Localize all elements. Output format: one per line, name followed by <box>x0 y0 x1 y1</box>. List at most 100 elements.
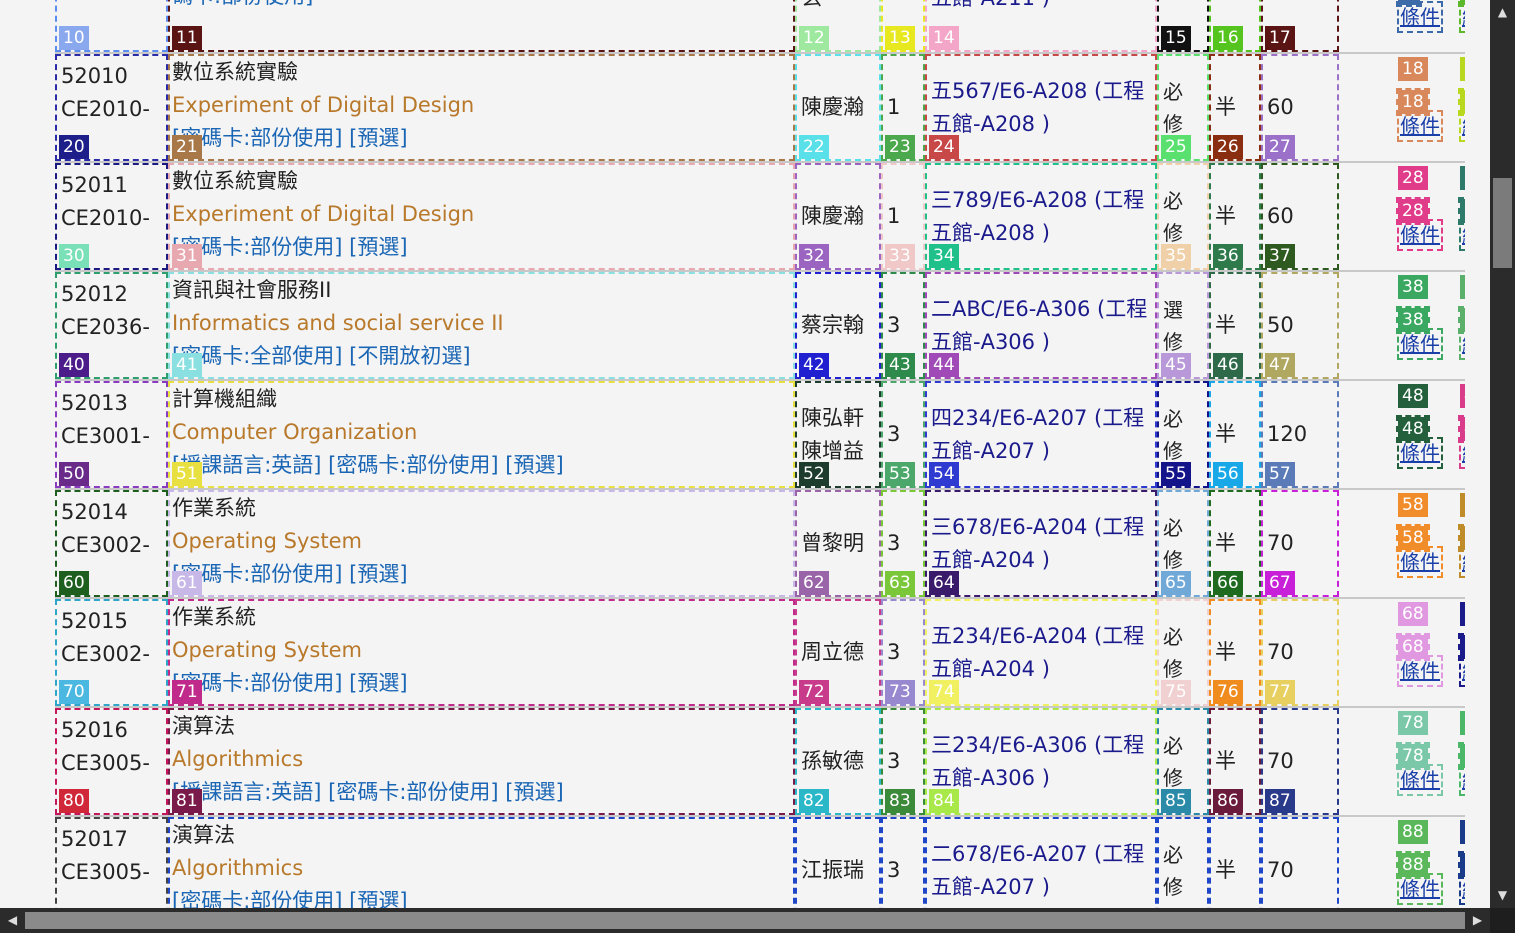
course-title-en[interactable]: Operating System <box>172 634 793 667</box>
syllabus-link-box[interactable]: 8989綱要 <box>1458 820 1465 907</box>
syllabus-link[interactable]: 綱要 <box>1459 546 1465 578</box>
prereq-link-box[interactable]: 38 38 條件 <box>1396 275 1443 362</box>
syllabus-link[interactable]: 綱要 <box>1459 764 1465 796</box>
course-serial: 52015 <box>61 609 128 633</box>
course-title-en[interactable]: Algorithmics <box>172 852 793 885</box>
syllabus-link-box[interactable]: 4949綱要 <box>1458 384 1465 471</box>
prereq-link-box[interactable]: 68 68 條件 <box>1396 602 1443 689</box>
course-tags[interactable]: [授課語言:英語] [密碼卡:部份使用] [預選] <box>172 776 793 809</box>
element-index-badge: 48 <box>1398 384 1428 408</box>
classroom-text[interactable]: 五234/E6-A204 (工程五館-A204 ) <box>931 620 1155 686</box>
prereq-link-box[interactable]: 28 28 條件 <box>1396 166 1443 253</box>
course-tags[interactable]: [密碼卡:部份使用] [預選] <box>172 231 793 264</box>
classroom-text[interactable]: 四234/E6-A207 (工程五館-A207 ) <box>931 402 1155 468</box>
teacher-cell: 曾黎明 62 <box>795 490 881 597</box>
links-cell: 2828條件2929綱要 <box>1339 163 1465 270</box>
course-tags[interactable]: [密碼卡:全部使用] [不開放初選] <box>172 340 793 373</box>
element-index-badge: 29 <box>1460 166 1465 190</box>
syllabus-link-box[interactable]: 3939綱要 <box>1458 275 1465 362</box>
course-title-en[interactable]: Experiment of Digital Design <box>172 198 793 231</box>
syllabus-link[interactable]: 綱要 <box>1459 328 1465 360</box>
prereq-link[interactable]: 條件 <box>1397 655 1443 687</box>
course-tags[interactable]: [密碼卡:部份使用] [預選] <box>172 667 793 700</box>
classroom-cell: 三678/E6-A204 (工程五館-A204 ) 64 <box>925 490 1157 597</box>
horizontal-scroll-thumb[interactable] <box>25 912 1465 929</box>
classroom-text[interactable]: 三234/E6-A306 (工程五館-A306 ) <box>931 729 1155 795</box>
course-title-en[interactable]: Experiment of Digital Design <box>172 89 793 122</box>
syllabus-link-box[interactable]: 7979綱要 <box>1458 711 1465 798</box>
prereq-link-box[interactable]: 18 18 條件 <box>1396 57 1443 144</box>
prereq-link-box[interactable]: 88條件 <box>1396 0 1443 35</box>
syllabus-link[interactable]: 綱要 <box>1459 110 1465 142</box>
course-name-cell: 計算機組織 Computer Organization [授課語言:英語] [密碼卡… <box>168 381 795 488</box>
syllabus-link[interactable]: 綱要 <box>1459 655 1465 687</box>
syllabus-link-box[interactable]: 1919綱要 <box>1458 57 1465 144</box>
course-id-cell: 52014 CE3002- 60 <box>55 490 168 597</box>
classroom-text[interactable]: 五館-A211 ) <box>931 0 1155 15</box>
teacher-name: 曾黎明 <box>801 531 864 555</box>
scroll-up-arrow-icon[interactable]: ▲ <box>1490 0 1515 25</box>
syllabus-link[interactable]: 綱要 <box>1459 873 1465 905</box>
prereq-link-box[interactable]: 88 88 條件 <box>1396 820 1443 907</box>
course-id-cell: 52016 CE3005- 80 <box>55 708 168 815</box>
prereq-link[interactable]: 條件 <box>1397 764 1443 796</box>
prereq-link[interactable]: 條件 <box>1397 219 1443 251</box>
scroll-right-arrow-icon[interactable]: ▶ <box>1465 908 1490 933</box>
scroll-left-arrow-icon[interactable]: ◀ <box>0 908 25 933</box>
scroll-down-arrow-icon[interactable]: ▼ <box>1490 883 1515 908</box>
element-index-badge: 41 <box>172 353 202 377</box>
course-tags[interactable]: [密碼卡:部份使用] [預選] <box>172 885 793 908</box>
prereq-link[interactable]: 條件 <box>1397 328 1443 360</box>
syllabus-link[interactable]: 綱要 <box>1459 219 1465 251</box>
prereq-link[interactable]: 條件 <box>1397 437 1443 469</box>
horizontal-scrollbar[interactable]: ◀ ▶ <box>0 908 1490 933</box>
course-title-en[interactable]: Algorithmics <box>172 743 793 776</box>
prereq-link[interactable]: 條件 <box>1397 110 1443 142</box>
classroom-text[interactable]: 三789/E6-A208 (工程五館-A208 ) <box>931 184 1155 250</box>
element-index-badge: 61 <box>172 571 202 595</box>
syllabus-link-box[interactable]: 2929綱要 <box>1458 166 1465 253</box>
capacity-cell-content: 70 <box>1263 819 1337 908</box>
classroom-text[interactable]: 二678/E6-A207 (工程五館-A207 ) <box>931 838 1155 904</box>
course-tags[interactable]: [密碼卡:部份使用] [預選] <box>172 558 793 591</box>
prereq-link-box[interactable]: 78 78 條件 <box>1396 711 1443 798</box>
course-name-block: 數位系統實驗 Experiment of Digital Design [密碼卡:部… <box>170 165 793 264</box>
table-row: 52017 CE3005- 演算法 Algorithmics [密碼卡:部份使用] [預… <box>55 817 1465 908</box>
syllabus-link-box[interactable]: 99綱要 <box>1458 0 1465 35</box>
element-index-badge: 70 <box>59 680 89 704</box>
prereq-link[interactable]: 條件 <box>1397 546 1443 578</box>
syllabus-link[interactable]: 綱要 <box>1459 1 1465 33</box>
course-title-en[interactable]: Informatics and social service II <box>172 307 793 340</box>
capacity-cell: 60 37 <box>1261 163 1339 270</box>
course-name-cell: 資訊與社會服務II Informatics and social service … <box>168 272 795 379</box>
syllabus-link[interactable]: 綱要 <box>1459 437 1465 469</box>
course-tags[interactable]: [授課語言:英語] [密碼卡:部份使用] [預選] <box>172 449 793 482</box>
table-row: 52013 CE3001- 50 計算機組織 Computer Organization… <box>55 381 1465 490</box>
course-id-block: 52013 CE3001- <box>57 383 166 453</box>
credit-cell: 3 53 <box>881 381 925 488</box>
vertical-scroll-thumb[interactable] <box>1493 178 1512 268</box>
element-index-badge: 30 <box>59 244 89 268</box>
classroom-text[interactable]: 三678/E6-A204 (工程五館-A204 ) <box>931 511 1155 577</box>
element-index-badge: 63 <box>885 571 915 595</box>
classroom-text[interactable]: 二ABC/E6-A306 (工程五館-A306 ) <box>931 293 1155 359</box>
element-index-badge: 40 <box>59 353 89 377</box>
teacher-cell: 周立德 72 <box>795 599 881 706</box>
course-title-en[interactable]: Computer Organization <box>172 416 793 449</box>
course-tags[interactable]: [密碼卡:部份使用] [預選] <box>172 122 793 155</box>
prereq-link-box[interactable]: 58 58 條件 <box>1396 493 1443 580</box>
table-row: 52015 CE3002- 70 作業系統 Operating System [密碼卡:部… <box>55 599 1465 708</box>
syllabus-link-box[interactable]: 5959綱要 <box>1458 493 1465 580</box>
vertical-scrollbar[interactable]: ▲ ▼ <box>1490 0 1515 908</box>
course-tags[interactable]: 碼卡:部份使用] <box>172 0 793 13</box>
prereq-link[interactable]: 條件 <box>1397 1 1443 33</box>
teacher-name: 周立德 <box>801 640 864 664</box>
course-id-block: 52012 CE2036- <box>57 274 166 344</box>
prereq-link-box[interactable]: 48 48 條件 <box>1396 384 1443 471</box>
course-id-block: 52016 CE3005- <box>57 710 166 780</box>
classroom-text[interactable]: 五567/E6-A208 (工程五館-A208 ) <box>931 75 1155 141</box>
classroom-cell: 五館-A211 )144 <box>925 0 1157 52</box>
course-title-en[interactable]: Operating System <box>172 525 793 558</box>
prereq-link[interactable]: 條件 <box>1397 873 1443 905</box>
syllabus-link-box[interactable]: 6969綱要 <box>1458 602 1465 689</box>
